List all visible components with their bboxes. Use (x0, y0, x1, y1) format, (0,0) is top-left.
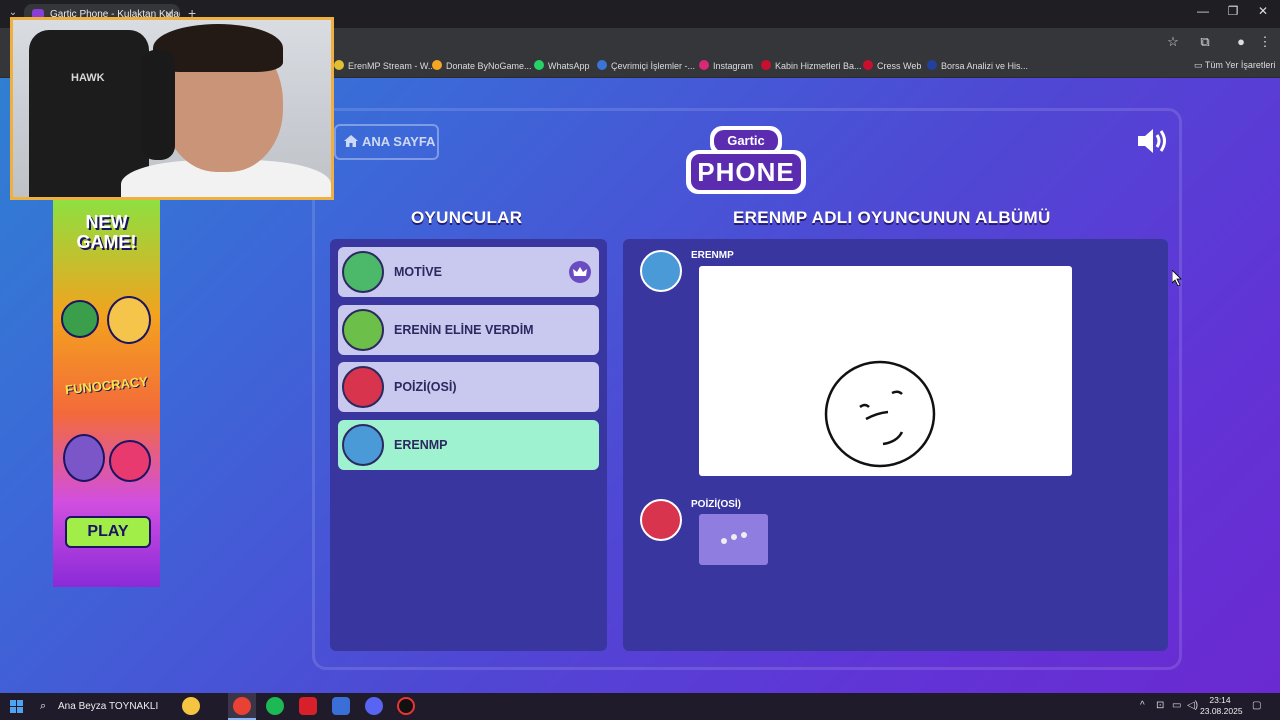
speaker-volume-icon[interactable] (1136, 126, 1170, 156)
minimize-button[interactable]: — (1188, 4, 1218, 18)
album-entry-author: POİZİ(OSİ) (691, 499, 741, 510)
app-icon[interactable] (332, 697, 350, 715)
notifications-icon[interactable]: ▢ (1252, 700, 1261, 711)
wrestler-mask-avatar-icon (342, 251, 384, 293)
extensions-icon[interactable]: ⧉ (1196, 34, 1214, 50)
album-entry-author: ERENMP (691, 250, 734, 261)
volume-icon[interactable]: ◁) (1187, 700, 1198, 711)
drawing-canvas (699, 266, 1072, 476)
strawberry-avatar-icon (342, 366, 384, 408)
sombrero-avatar-icon (342, 309, 384, 351)
tray-app-icon[interactable]: ⊡ (1156, 700, 1164, 711)
windows-start-icon[interactable] (10, 700, 23, 713)
players-header: OYUNCULAR (411, 208, 523, 227)
ad-play-button[interactable]: PLAY (65, 516, 151, 548)
spotify-icon[interactable] (266, 697, 284, 715)
album-header: ERENMP ADLI OYUNCUNUN ALBÜMÜ (733, 208, 1051, 227)
chrome-icon[interactable] (233, 697, 251, 715)
home-icon (344, 135, 358, 147)
webcam-overlay: HAWK (10, 17, 334, 200)
amd-software-icon[interactable] (299, 697, 317, 715)
ad-brand: FUNOCRACY (64, 373, 149, 398)
wrestler-mask-avatar-icon (342, 424, 384, 466)
all-bookmarks-folder[interactable]: ▭ Tüm Yer İşaretleri (1194, 60, 1275, 71)
ad-title: NEW GAME! (76, 212, 137, 252)
close-window-button[interactable]: ✕ (1248, 4, 1278, 18)
sparkle-widget-icon[interactable] (182, 697, 200, 715)
bookmark-favicon-icon (761, 60, 771, 70)
home-label: ANA SAYFA (362, 134, 436, 149)
angry-face-character-icon (109, 440, 151, 482)
home-button[interactable]: ANA SAYFA (334, 124, 439, 160)
chair-brand-label: HAWK (71, 72, 105, 84)
bookmark-donate[interactable]: Donate ByNoGame... (432, 60, 532, 71)
instagram-icon (699, 60, 709, 70)
system-clock[interactable]: 23:14 23.08.2025 (1200, 695, 1243, 717)
player-name: MOTİVE (394, 265, 442, 279)
bookmark-kabin-hizmetleri[interactable]: Kabin Hizmetleri Ba... (761, 60, 862, 71)
discord-icon[interactable] (365, 697, 383, 715)
mouse-cursor-icon (1172, 270, 1182, 286)
restore-button[interactable]: ❐ (1218, 4, 1248, 18)
bookmark-whatsapp[interactable]: WhatsApp (534, 60, 590, 71)
face-drawing (824, 360, 936, 468)
bookmark-star-icon[interactable]: ☆ (1164, 34, 1182, 50)
windows-taskbar: ⌕ Ana Beyza TOYNAKLI ^ ⊡ ▭ ◁) 23:14 23.0… (0, 693, 1280, 720)
side-advertisement[interactable]: NEW GAME! FUNOCRACY PLAY (53, 200, 160, 587)
menu-kebab-icon[interactable]: ⋮ (1256, 34, 1274, 50)
thumbs-up-character-icon (61, 300, 99, 338)
bookmark-cress-web[interactable]: Cress Web (863, 60, 921, 71)
player-row-erenin-eline-verdim: ERENİN ELİNE VERDİM (338, 305, 599, 355)
bookmark-favicon-icon (334, 60, 344, 70)
player-row-erenmp: ERENMP (338, 420, 599, 470)
player-name: POİZİ(OSİ) (394, 380, 457, 394)
crown-icon (569, 261, 591, 283)
clock-date: 23.08.2025 (1200, 706, 1243, 716)
tray-overflow-chevron-icon[interactable]: ^ (1140, 700, 1145, 711)
network-icon[interactable]: ▭ (1172, 700, 1181, 711)
bearded-character-icon (63, 434, 105, 482)
bookmark-favicon-icon (927, 60, 937, 70)
author-avatar-icon (640, 250, 682, 292)
bookmark-cevrimici-islemler[interactable]: Çevrimiçi İşlemler -... (597, 60, 695, 71)
author-avatar-icon (640, 499, 682, 541)
obs-studio-icon[interactable] (397, 697, 415, 715)
logo-main-text: PHONE (691, 154, 801, 190)
bookmark-erenmp-stream[interactable]: ErenMP Stream - W... (334, 60, 435, 71)
bookmark-instagram[interactable]: Instagram (699, 60, 753, 71)
player-name: ERENİN ELİNE VERDİM (394, 323, 534, 337)
folder-icon: ▭ (1194, 60, 1205, 70)
blonde-character-icon (107, 296, 151, 344)
whatsapp-icon (534, 60, 544, 70)
player-name: ERENMP (394, 438, 448, 452)
gartic-phone-logo: Gartic PHONE (686, 124, 806, 196)
player-row-motive: MOTİVE (338, 247, 599, 297)
bookmark-favicon-icon (863, 60, 873, 70)
bookmark-favicon-icon (432, 60, 442, 70)
bookmark-borsa-analizi[interactable]: Borsa Analizi ve His... (927, 60, 1028, 71)
profile-icon[interactable]: ● (1232, 34, 1250, 49)
search-icon: ⌕ (40, 700, 47, 712)
logo-top-text: Gartic (714, 130, 778, 152)
search-text: Ana Beyza TOYNAKLI (58, 701, 159, 712)
loading-bubble (699, 514, 768, 565)
clock-time: 23:14 (1209, 695, 1231, 705)
player-row-poizi-osi: POİZİ(OSİ) (338, 362, 599, 412)
headphones (141, 50, 175, 160)
bookmark-favicon-icon (597, 60, 607, 70)
